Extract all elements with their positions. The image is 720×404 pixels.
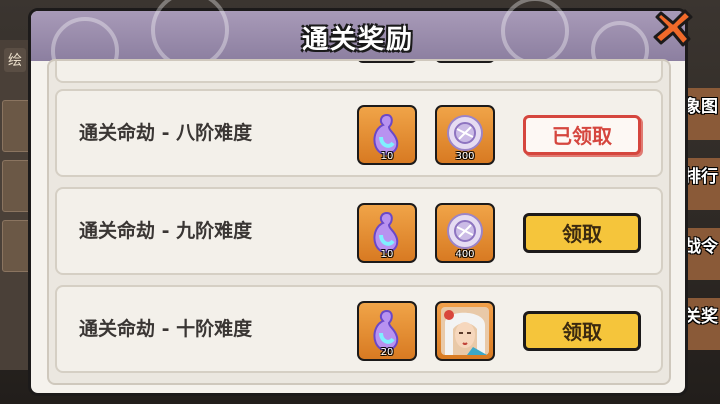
reward-item[interactable]: 10	[357, 105, 417, 165]
claim-button[interactable]: 领取	[523, 311, 641, 351]
claim-button[interactable]: 领取	[523, 213, 641, 253]
rewards-dialog: 通关奖励 通关命劫 - 八阶难度 10 300 已领取 通关命劫 - 九阶难度 …	[28, 0, 693, 396]
list-item-partial	[55, 61, 663, 83]
claimed-button[interactable]: 已领取	[523, 115, 641, 155]
dialog-header: 通关奖励	[31, 0, 685, 85]
item-count: 400	[455, 249, 475, 260]
reward-row-label: 通关命劫 - 十阶难度	[79, 318, 253, 340]
partial-item-icon	[357, 61, 417, 63]
side-menu-item: 战令	[684, 228, 720, 280]
reward-row: 通关命劫 - 八阶难度 10 300 已领取	[55, 89, 663, 177]
reward-row: 通关命劫 - 十阶难度 20 领取	[55, 285, 663, 373]
reward-item[interactable]: 10	[357, 203, 417, 263]
reward-item[interactable]: 300	[435, 105, 495, 165]
background-left-label: 绘	[4, 48, 26, 72]
reward-item[interactable]: 400	[435, 203, 495, 263]
background-side-menu: 象图 排行 战令 关奖	[684, 88, 720, 368]
character-portrait-icon	[441, 307, 489, 355]
item-count: 10	[380, 151, 394, 162]
side-menu-item: 排行	[684, 158, 720, 210]
side-menu-item: 关奖	[684, 298, 720, 350]
reward-item[interactable]	[435, 301, 495, 361]
item-count: 10	[380, 249, 394, 260]
close-icon	[653, 9, 693, 47]
reward-item[interactable]: 20	[357, 301, 417, 361]
close-button[interactable]	[651, 5, 695, 49]
item-count: 20	[380, 347, 394, 358]
reward-row-label: 通关命劫 - 九阶难度	[79, 220, 253, 242]
reward-row: 通关命劫 - 九阶难度 10 400 领取	[55, 187, 663, 275]
item-count: 300	[455, 151, 475, 162]
partial-item-icon	[435, 61, 495, 63]
rewards-list[interactable]: 通关命劫 - 八阶难度 10 300 已领取 通关命劫 - 九阶难度 10 40…	[47, 59, 671, 385]
reward-row-label: 通关命劫 - 八阶难度	[79, 122, 253, 144]
dialog-title: 通关奖励	[301, 25, 414, 55]
side-menu-item: 象图	[684, 88, 720, 140]
